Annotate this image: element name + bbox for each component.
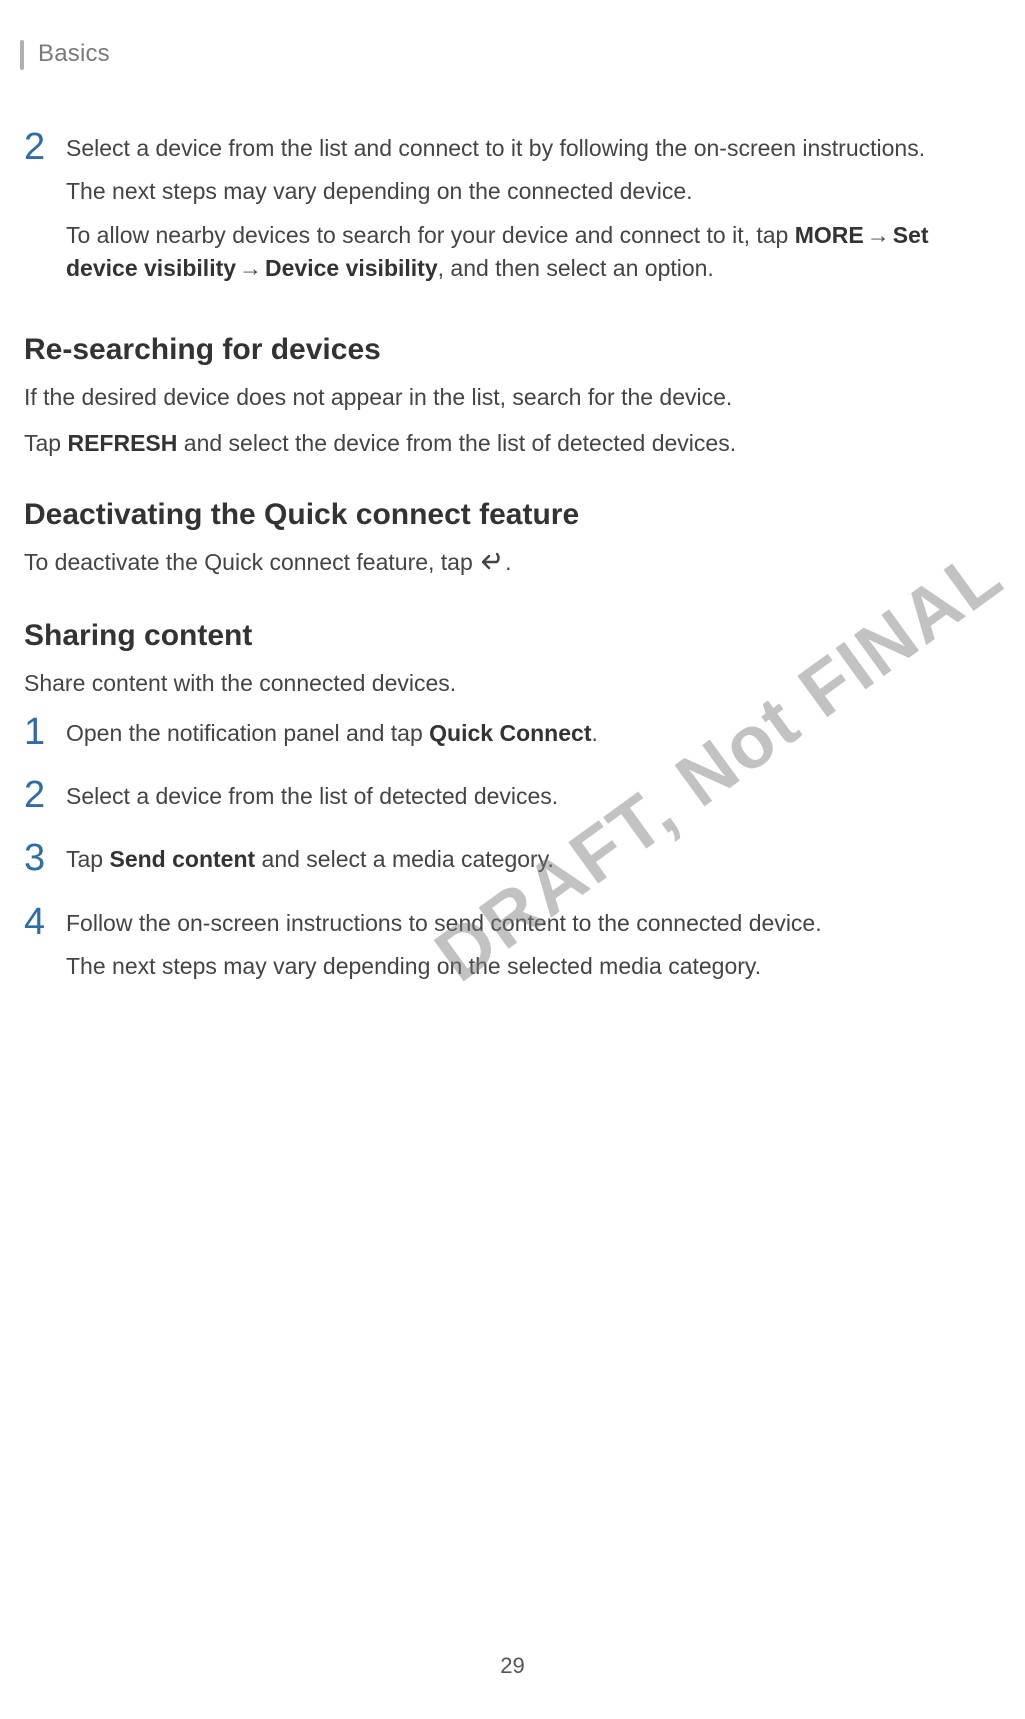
text: . bbox=[505, 549, 511, 575]
step-2: 2 Select a device from the list and conn… bbox=[24, 128, 997, 295]
resear-p2: Tap REFRESH and select the device from t… bbox=[24, 427, 997, 460]
text: Tap bbox=[24, 430, 67, 456]
step-number: 1 bbox=[24, 713, 66, 751]
resear-heading: Re-searching for devices bbox=[24, 333, 997, 367]
text: and select the device from the list of d… bbox=[177, 430, 736, 456]
step-body: Tap Send content and select a media cate… bbox=[66, 839, 997, 886]
step-body: Follow the on-screen instructions to sen… bbox=[66, 903, 997, 994]
send-content-label: Send content bbox=[109, 846, 255, 872]
header-rule bbox=[20, 40, 24, 70]
step-number: 3 bbox=[24, 839, 66, 877]
text: Select a device from the list of detecte… bbox=[66, 780, 997, 813]
step2-line2: The next steps may vary depending on the… bbox=[66, 175, 997, 208]
sharing-step-2: 2 Select a device from the list of detec… bbox=[24, 776, 997, 823]
text: . bbox=[591, 720, 597, 746]
content: 2 Select a device from the list and conn… bbox=[20, 128, 1005, 993]
text: Open the notification panel and tap bbox=[66, 720, 429, 746]
step-body: Select a device from the list of detecte… bbox=[66, 776, 997, 823]
text: The next steps may vary depending on the… bbox=[66, 950, 997, 983]
step-body: Select a device from the list and connec… bbox=[66, 128, 997, 295]
page-number: 29 bbox=[0, 1653, 1025, 1679]
step-body: Open the notification panel and tap Quic… bbox=[66, 713, 997, 760]
deact-heading: Deactivating the Quick connect feature bbox=[24, 498, 997, 532]
sharing-intro: Share content with the connected devices… bbox=[24, 667, 997, 700]
back-icon bbox=[479, 548, 505, 581]
text: To allow nearby devices to search for yo… bbox=[66, 222, 795, 248]
sharing-step-4: 4 Follow the on-screen instructions to s… bbox=[24, 903, 997, 994]
manual-page: Basics 2 Select a device from the list a… bbox=[0, 0, 1025, 1719]
text: Follow the on-screen instructions to sen… bbox=[66, 907, 997, 940]
device-visibility-label: Device visibility bbox=[265, 255, 438, 281]
text: Tap Send content and select a media cate… bbox=[66, 843, 997, 876]
text: and select a media category. bbox=[255, 846, 554, 872]
sharing-step-1: 1 Open the notification panel and tap Qu… bbox=[24, 713, 997, 760]
section-title: Basics bbox=[38, 40, 110, 68]
deact-p1: To deactivate the Quick connect feature,… bbox=[24, 546, 997, 581]
step2-line1: Select a device from the list and connec… bbox=[66, 132, 997, 165]
step-number: 2 bbox=[24, 776, 66, 814]
step-number: 4 bbox=[24, 903, 66, 941]
resear-p1: If the desired device does not appear in… bbox=[24, 381, 997, 414]
sharing-step-3: 3 Tap Send content and select a media ca… bbox=[24, 839, 997, 886]
sharing-heading: Sharing content bbox=[24, 619, 997, 653]
text: , and then select an option. bbox=[438, 255, 714, 281]
more-label: MORE bbox=[795, 222, 864, 248]
quick-connect-label: Quick Connect bbox=[429, 720, 591, 746]
header: Basics bbox=[20, 40, 1005, 70]
refresh-label: REFRESH bbox=[67, 430, 177, 456]
arrow-icon: → bbox=[864, 219, 893, 252]
step2-line3: To allow nearby devices to search for yo… bbox=[66, 219, 997, 286]
arrow-icon: → bbox=[236, 252, 265, 285]
text: To deactivate the Quick connect feature,… bbox=[24, 549, 479, 575]
text: Open the notification panel and tap Quic… bbox=[66, 717, 997, 750]
text: Tap bbox=[66, 846, 109, 872]
step-number: 2 bbox=[24, 128, 66, 166]
